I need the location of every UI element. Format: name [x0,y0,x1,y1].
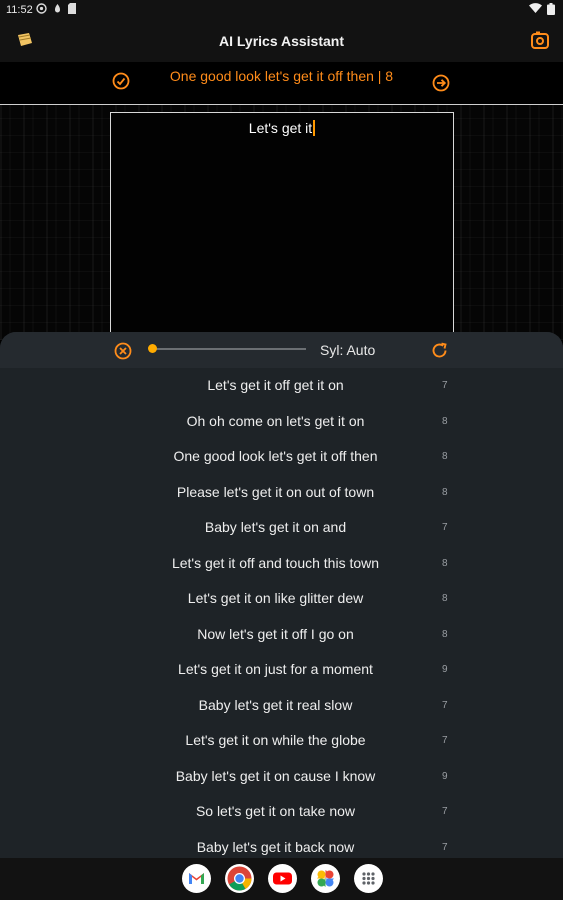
app-title: AI Lyrics Assistant [218,33,344,49]
suggestion-text: Let's get it on like glitter dew [187,590,364,606]
chrome-icon[interactable] [225,864,254,893]
syllable-label: Syl: Auto [320,342,376,358]
suggestion-text: One good look let's get it off then [173,448,378,464]
youtube-icon[interactable] [268,864,297,893]
syllable-count: 9 [442,664,448,675]
current-line-header: One good look let's get it off then | 8 [0,62,563,105]
syllable-count: 9 [442,770,448,782]
suggestion-text: So let's get it on take now [195,803,356,819]
suggestion-row[interactable]: Let's get it off and touch this town 8 [0,546,563,582]
gmail-icon[interactable] [182,864,211,893]
suggestion-row[interactable]: So let's get it on take now 7 [0,794,563,830]
syllable-slider-track[interactable] [152,348,306,350]
suggestion-row[interactable]: Now let's get it off I go on 8 [0,617,563,653]
wifi-icon [529,3,542,14]
suggestion-text: Oh oh come on let's get it on [186,412,365,429]
status-icons [36,3,77,14]
camera-icon[interactable] [531,31,549,49]
suggestion-row[interactable]: Let's get it on just for a moment 9 [0,652,563,688]
suggestion-text: Baby let's get it back now [196,838,355,855]
status-time: 11:52 [6,4,33,16]
text-cursor [313,120,316,136]
arrow-right-circle-icon[interactable] [432,74,450,92]
suggestion-row[interactable]: Baby let's get it on and 7 [0,510,563,546]
suggestion-text: Let's get it off and touch this town [171,554,380,571]
suggestion-text: Let's get it on just for a moment [178,661,373,677]
system-dock [0,858,563,900]
close-circle-icon[interactable] [114,342,132,360]
dock-apps [182,864,383,893]
notification-status-icon [55,4,60,13]
settings-status-icon [36,3,47,14]
editor-text: Let's get it [248,120,313,136]
suggestion-list: Let's get it off get it on 7 Oh oh come o… [0,368,563,865]
syllable-count: 7 [442,806,448,817]
syllable-count: 7 [442,735,448,746]
suggestion-text: Let's get it on while the globe [185,732,366,748]
lyrics-editor[interactable]: Let's get it [110,112,454,344]
suggestion-row[interactable]: Let's get it on like glitter dew 8 [0,581,563,617]
suggestion-text: Baby let's get it on and [204,519,347,535]
editor-text-line[interactable]: Let's get it [111,120,453,136]
refresh-icon[interactable] [430,341,449,360]
suggestion-row[interactable]: Oh oh come on let's get it on 8 [0,404,563,440]
suggestion-text: Baby let's get it on cause I know [175,767,376,784]
suggestion-text: Please let's get it on out of town [176,483,375,500]
syllable-count: 8 [442,415,448,427]
suggestion-text: Now let's get it off I go on [197,625,354,642]
syllable-count: 8 [442,593,448,604]
status-bar: 11:52 [0,0,563,20]
status-right-icons [529,3,555,15]
syllable-count: 7 [442,841,448,853]
suggestions-sheet: Syl: Auto Let's get it off get it on 7 Oh… [0,332,563,858]
app-drawer-icon[interactable] [354,864,383,893]
suggestion-row[interactable]: One good look let's get it off then 8 [0,439,563,475]
battery-icon [547,3,555,15]
syllable-count: 8 [442,486,448,498]
suggestion-row[interactable]: Let's get it off get it on 7 [0,368,563,404]
syllable-count: 8 [442,557,448,569]
current-line-text: One good look let's get it off then | 8 [169,68,394,84]
syllable-count: 7 [442,522,448,533]
syllable-count: 7 [442,699,448,711]
suggestion-row[interactable]: Baby let's get it real slow 7 [0,688,563,724]
syllable-count: 8 [442,451,448,462]
photos-icon[interactable] [311,864,340,893]
sd-card-status-icon [68,3,76,14]
suggestion-row[interactable]: Please let's get it on out of town 8 [0,475,563,511]
syllable-slider-thumb[interactable] [148,344,157,353]
suggestion-row[interactable]: Baby let's get it on cause I know 9 [0,759,563,795]
suggestion-text: Let's get it off get it on [207,377,344,393]
app-bar: AI Lyrics Assistant [0,20,563,62]
syllable-controls: Syl: Auto [0,332,563,368]
suggestion-text: Baby let's get it real slow [198,696,353,713]
syllable-count: 7 [442,380,448,391]
suggestion-row[interactable]: Let's get it on while the globe 7 [0,723,563,759]
syllable-count: 8 [442,628,448,640]
